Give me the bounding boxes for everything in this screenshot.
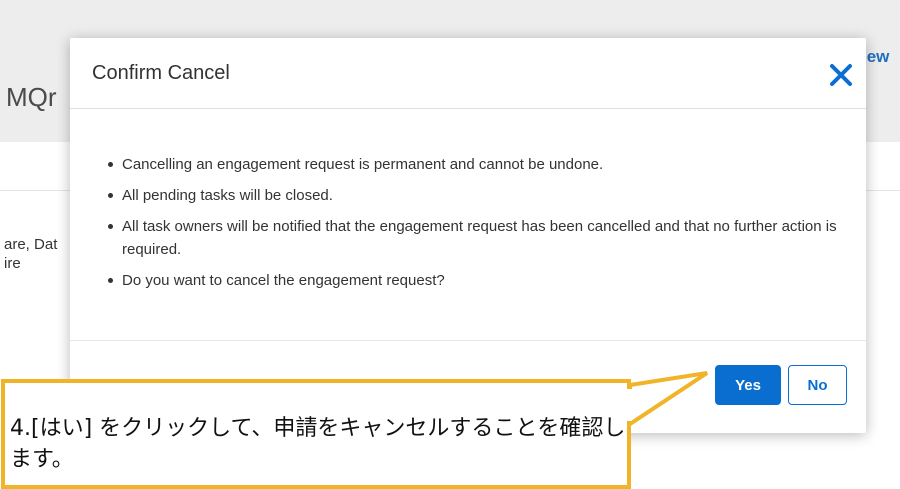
callout-pointer-join (626, 389, 632, 421)
callout-text: 4.[はい] をクリックして、申請をキャンセルすることを確認します。 (10, 416, 626, 472)
